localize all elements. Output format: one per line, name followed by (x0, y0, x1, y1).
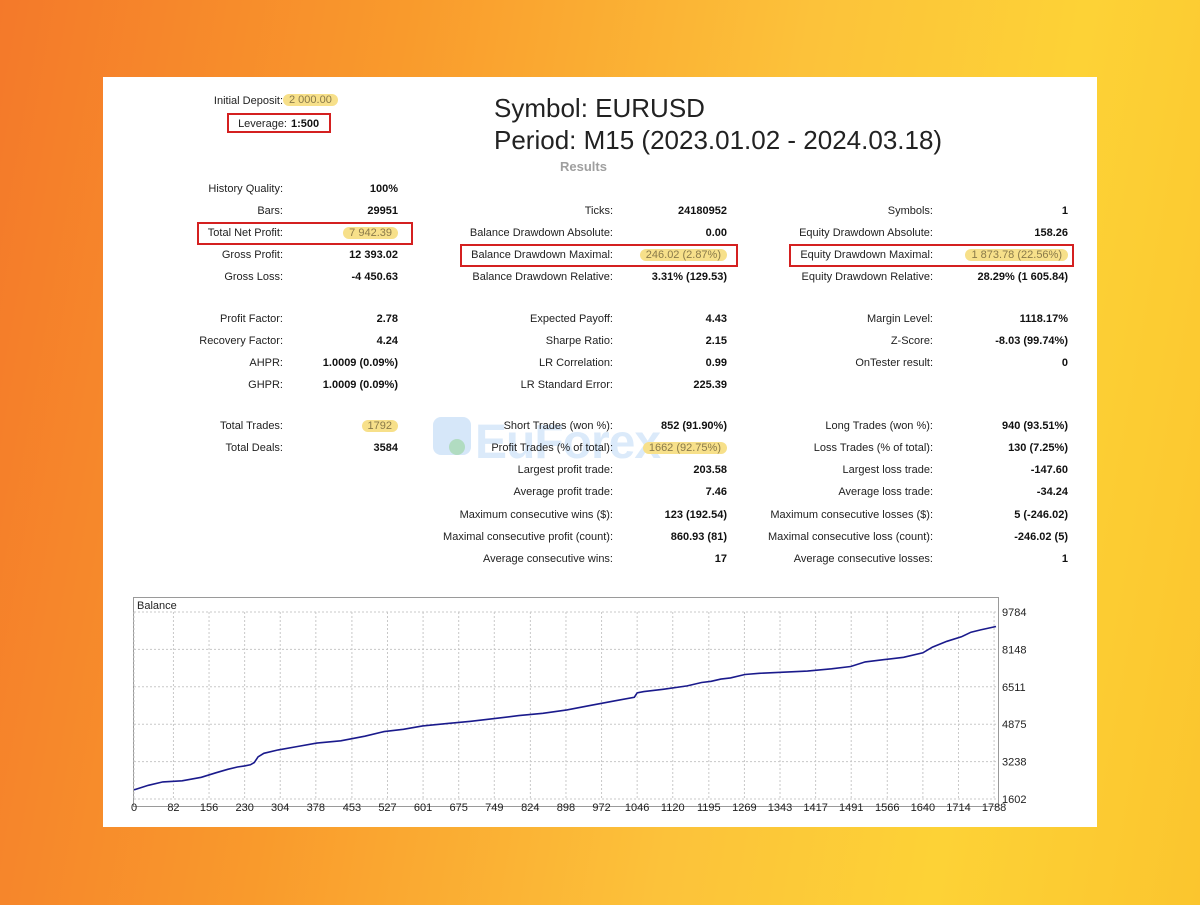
col2-label: Maximum consecutive wins ($): (459, 509, 613, 521)
leverage-label: Leverage: (238, 118, 287, 130)
col3-value: 1 (1061, 553, 1068, 565)
col1-value: 1.0009 (0.09%) (322, 379, 398, 391)
col1-value: 100% (369, 183, 398, 195)
y-tick-label: 6511 (1002, 682, 1026, 694)
col3-label: Long Trades (won %): (825, 420, 933, 432)
col1-label: History Quality: (208, 183, 283, 195)
col3-label: Symbols: (887, 205, 933, 217)
period-title: Period: M15 (2023.01.02 - 2024.03.18) (494, 125, 943, 155)
col3-label: Z-Score: (890, 335, 933, 347)
col1-label: GHPR: (248, 379, 283, 391)
col2-value: 246.02 (2.87%) (639, 248, 727, 262)
col1-label: Bars: (257, 205, 283, 217)
col2-label: Expected Payoff: (530, 313, 613, 325)
col3-label: Loss Trades (% of total): (813, 442, 933, 454)
col2-label: Balance Drawdown Relative: (472, 271, 613, 283)
col2-value: 2.15 (705, 335, 727, 347)
col3-label: Equity Drawdown Relative: (801, 271, 933, 283)
col2-label: LR Correlation: (539, 357, 613, 369)
col3-label: Equity Drawdown Maximal: (800, 249, 933, 261)
col2-value: 0.00 (705, 227, 727, 239)
col1-value: 29951 (367, 205, 398, 217)
col3-value: 1118.17% (1019, 313, 1068, 325)
col1-label: Total Deals: (225, 442, 283, 454)
watermark-logo-accent-icon (449, 439, 465, 455)
col2-label: Average profit trade: (513, 486, 613, 498)
col2-label: Short Trades (won %): (503, 420, 613, 432)
col3-value: 0 (1061, 357, 1068, 369)
initial-deposit-label: Initial Deposit: (213, 95, 283, 107)
col3-value: 1 873.78 (22.56%) (965, 248, 1068, 262)
col2-label: Maximal consecutive profit (count): (443, 531, 613, 543)
col3-value: 5 (-246.02) (1014, 509, 1068, 521)
col2-value: 17 (714, 553, 727, 565)
col3-value: 940 (93.51%) (1001, 420, 1068, 432)
col1-value: 7 942.39 (343, 226, 398, 240)
y-tick-label: 8148 (1002, 644, 1026, 656)
col3-label: Margin Level: (866, 313, 933, 325)
symbol-title: Symbol: EURUSD (494, 93, 705, 123)
col2-value: 203.58 (693, 464, 727, 476)
col2-value: 860.93 (81) (670, 531, 727, 543)
col3-value: -8.03 (99.74%) (995, 335, 1068, 347)
col1-label: Total Net Profit: (207, 227, 283, 239)
col3-value: 130 (7.25%) (1008, 442, 1068, 454)
col3-label: Average consecutive losses: (793, 553, 933, 565)
col2-value: 0.99 (705, 357, 727, 369)
col2-value: 3.31% (129.53) (651, 271, 727, 283)
col1-label: Gross Loss: (224, 271, 283, 283)
col1-value: 4.24 (376, 335, 398, 347)
col3-label: Maximum consecutive losses ($): (770, 509, 933, 521)
col3-value: -246.02 (5) (1014, 531, 1068, 543)
col1-label: Gross Profit: (221, 249, 283, 261)
col3-value: 1 (1061, 205, 1068, 217)
leverage-value: 1:500 (291, 118, 320, 130)
col2-value: 225.39 (693, 379, 727, 391)
col2-value: 7.46 (705, 486, 727, 498)
col3-value: -147.60 (1030, 464, 1068, 476)
col3-label: OnTester result: (855, 357, 933, 369)
col1-value: 2.78 (376, 313, 398, 325)
col3-value: 28.29% (1 605.84) (977, 271, 1068, 283)
chart-title: Balance (137, 600, 177, 612)
col2-label: Ticks: (584, 205, 613, 217)
col3-label: Largest loss trade: (842, 464, 934, 476)
col1-value: 3584 (373, 442, 398, 454)
col1-label: Profit Factor: (220, 313, 283, 325)
y-tick-label: 9784 (1002, 607, 1026, 619)
results-heading: Results (560, 159, 607, 174)
col2-value: 24180952 (678, 205, 727, 217)
strategy-report-panel: Initial Deposit: 2 000.00 Leverage: 1:50… (103, 77, 1097, 827)
col1-value: 1792 (361, 419, 398, 433)
col2-label: Largest profit trade: (517, 464, 613, 476)
col2-label: Balance Drawdown Maximal: (471, 249, 613, 261)
col2-value: 123 (192.54) (664, 509, 727, 521)
col3-value: -34.24 (1036, 486, 1068, 498)
col3-label: Average loss trade: (838, 486, 933, 498)
col1-label: Recovery Factor: (199, 335, 283, 347)
col2-value: 4.43 (705, 313, 727, 325)
y-tick-label: 3238 (1002, 757, 1026, 769)
col1-value: -4 450.63 (351, 271, 398, 283)
col2-label: Balance Drawdown Absolute: (469, 227, 613, 239)
y-tick-label: 4875 (1002, 719, 1026, 731)
col2-label: LR Standard Error: (520, 379, 613, 391)
balance-chart-frame (133, 597, 999, 807)
col1-label: Total Trades: (220, 420, 283, 432)
col1-label: AHPR: (249, 357, 283, 369)
initial-deposit-value: 2 000.00 (283, 93, 338, 107)
col2-value: 1662 (92.75%) (642, 441, 727, 455)
col2-label: Sharpe Ratio: (545, 335, 613, 347)
col3-label: Equity Drawdown Absolute: (799, 227, 933, 239)
col3-value: 158.26 (1034, 227, 1068, 239)
col1-value: 1.0009 (0.09%) (322, 357, 398, 369)
col2-value: 852 (91.90%) (660, 420, 727, 432)
col3-label: Maximal consecutive loss (count): (767, 531, 933, 543)
y-tick-label: 1602 (1002, 794, 1026, 806)
col2-label: Profit Trades (% of total): (491, 442, 613, 454)
col1-value: 12 393.02 (349, 249, 398, 261)
col2-label: Average consecutive wins: (482, 553, 613, 565)
